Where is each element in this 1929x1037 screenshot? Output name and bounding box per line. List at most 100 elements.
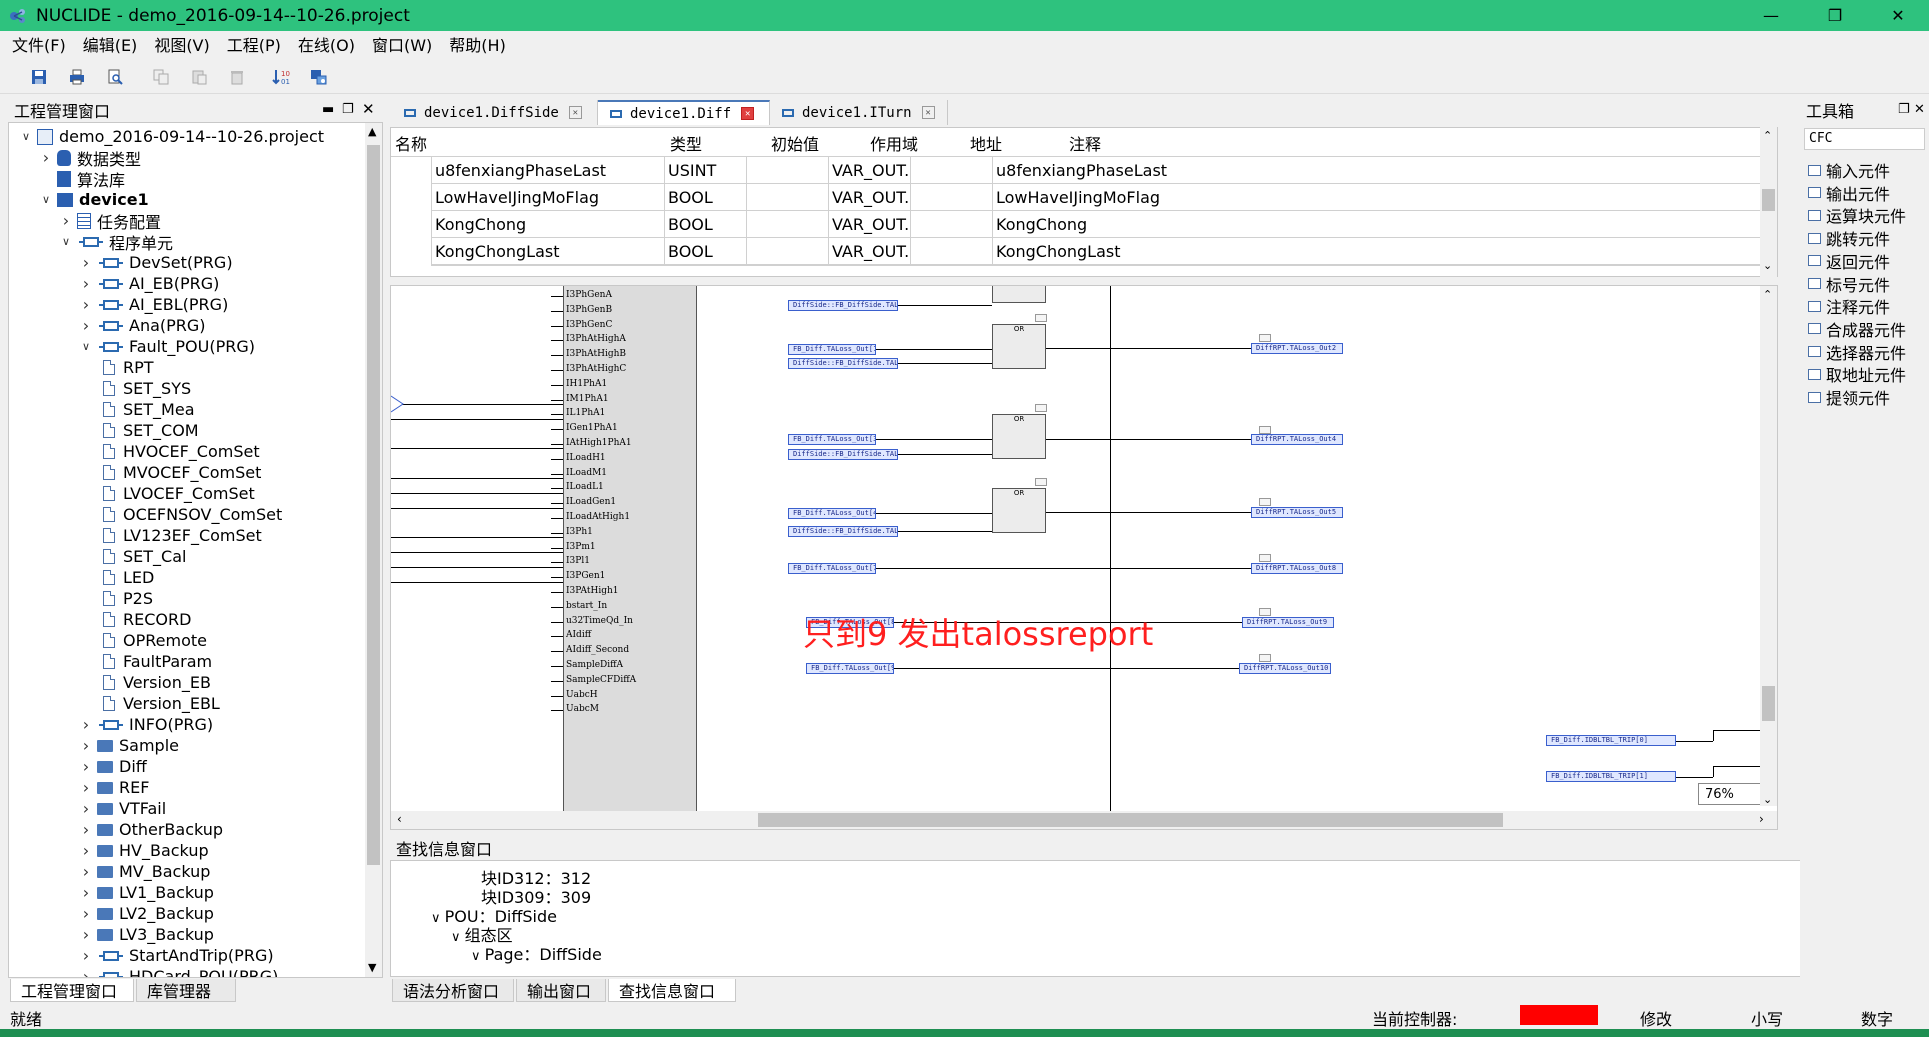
tree-item[interactable]: › OtherBackup xyxy=(79,819,223,840)
close-tab-icon[interactable]: ✕ xyxy=(921,106,935,119)
save-icon[interactable] xyxy=(28,66,50,88)
col-header-name[interactable]: 名称 xyxy=(395,131,427,155)
col-header-init[interactable]: 初始值 xyxy=(771,131,819,155)
input-variable[interactable]: DiffSide::FB_DiffSide.TALo... xyxy=(788,449,898,460)
tree-item[interactable]: LVOCEF_ComSet xyxy=(95,483,255,504)
input-variable[interactable]: FB_Diff.TALoss_Out[9] xyxy=(806,663,894,674)
input-variable[interactable]: FB_Diff.TALoss_Out[3] xyxy=(788,434,876,445)
chevron-right-icon[interactable]: › xyxy=(79,841,93,860)
tree-item[interactable]: › AI_EB(PRG) xyxy=(79,273,220,294)
menu-view[interactable]: 视图(V) xyxy=(154,32,209,56)
table-cell[interactable] xyxy=(746,184,828,211)
menu-window[interactable]: 窗口(W) xyxy=(372,32,432,56)
scroll-left-icon[interactable]: ‹ xyxy=(397,812,402,826)
tree-item[interactable]: SET_Cal xyxy=(95,546,186,567)
tree-item[interactable]: › LV2_Backup xyxy=(79,903,214,924)
paste-icon[interactable] xyxy=(188,66,210,88)
diagram-vscroll-thumb[interactable] xyxy=(1762,686,1775,721)
table-cell[interactable]: LowHaveIJingMoFlag xyxy=(992,184,1567,211)
close-window-button[interactable]: ✕ xyxy=(1869,0,1927,31)
maximize-button[interactable]: ❐ xyxy=(1806,0,1864,31)
minimize-button[interactable]: — xyxy=(1742,0,1800,31)
tree-item[interactable]: Version_EBL xyxy=(95,693,220,714)
toolbox-item[interactable]: 跳转元件 xyxy=(1808,226,1890,250)
scroll-up-icon[interactable]: ⌃ xyxy=(1763,129,1772,142)
table-scrollbar-thumb[interactable] xyxy=(1762,189,1775,211)
chevron-down-icon[interactable]: ∨ xyxy=(19,130,33,143)
tree-item[interactable]: RECORD xyxy=(95,609,191,630)
chevron-right-icon[interactable]: › xyxy=(79,967,93,977)
output-variable[interactable]: DiffRPT.TALoss_Out4 xyxy=(1251,434,1343,445)
toolbox-item[interactable]: 返回元件 xyxy=(1808,249,1890,273)
or-block[interactable]: OR xyxy=(992,414,1046,459)
table-cell[interactable]: BOOL xyxy=(664,184,746,211)
table-cell[interactable] xyxy=(910,184,992,211)
tree-item[interactable]: ∨ Fault_POU(PRG) xyxy=(79,336,255,357)
chevron-right-icon[interactable]: › xyxy=(79,925,93,944)
or-block[interactable] xyxy=(992,286,1046,303)
diagram-vscroll[interactable]: ⌃ ⌄ xyxy=(1760,286,1777,806)
chevron-right-icon[interactable]: › xyxy=(79,757,93,776)
toolbox-item[interactable]: 提领元件 xyxy=(1808,385,1890,409)
chevron-down-icon[interactable]: ∨ xyxy=(451,930,465,945)
table-cell[interactable]: VAR_OUT... xyxy=(828,211,910,238)
diagram-hscroll-thumb[interactable] xyxy=(758,813,1503,827)
tree-item[interactable]: Version_EB xyxy=(95,672,211,693)
search-result-item[interactable]: ∨ Page：DiffSide xyxy=(471,941,602,965)
toolbox-item[interactable]: 取地址元件 xyxy=(1808,362,1906,386)
chevron-right-icon[interactable]: › xyxy=(59,211,73,230)
cfc-diagram-canvas[interactable]: I3PhGenA I3PhGenB I3PhGenC I3PhAtHighA I3PhA… xyxy=(390,285,1778,830)
print-icon[interactable] xyxy=(66,66,88,88)
tree-item[interactable]: OPRemote xyxy=(95,630,207,651)
tree-item[interactable]: ∨ demo_2016-09-14--10-26.project xyxy=(19,126,324,147)
close-tab-icon[interactable]: ✕ xyxy=(741,107,755,120)
chevron-right-icon[interactable]: › xyxy=(79,736,93,755)
tree-item[interactable]: SET_COM xyxy=(95,420,199,441)
or-block[interactable]: OR xyxy=(992,324,1046,369)
tree-item[interactable]: › LV1_Backup xyxy=(79,882,214,903)
table-cell[interactable]: LowHaveIJingMoFlag xyxy=(431,184,664,211)
table-row[interactable]: KongChongBOOLVAR_OUT...KongChong xyxy=(431,211,1771,238)
scroll-down-icon[interactable]: ⌄ xyxy=(1763,259,1772,272)
tree-item[interactable]: › HV_Backup xyxy=(79,840,209,861)
panel-float-icon[interactable]: ❐ xyxy=(1898,102,1910,117)
tree-item[interactable]: ∨ device1 xyxy=(39,189,149,210)
chevron-right-icon[interactable]: › xyxy=(79,946,93,965)
chevron-right-icon[interactable]: › xyxy=(79,904,93,923)
panel-close-icon[interactable]: ✕ xyxy=(362,100,375,118)
menu-file[interactable]: 文件(F) xyxy=(12,32,66,56)
col-header-type[interactable]: 类型 xyxy=(670,131,702,155)
table-cell[interactable]: KongChongLast xyxy=(431,238,664,265)
scroll-right-icon[interactable]: › xyxy=(1759,812,1764,826)
or-block[interactable]: OR xyxy=(992,488,1046,533)
tree-item[interactable]: › 数据类型 xyxy=(39,147,141,169)
build-icon[interactable] xyxy=(308,66,330,88)
chevron-right-icon[interactable]: › xyxy=(79,883,93,902)
close-tab-icon[interactable]: ✕ xyxy=(568,106,582,119)
table-cell[interactable] xyxy=(910,157,992,184)
table-cell[interactable]: BOOL xyxy=(664,211,746,238)
output-variable[interactable]: DiffRPT.TALoss_Out10 xyxy=(1239,663,1331,674)
table-cell[interactable] xyxy=(746,211,828,238)
tab-iturn[interactable]: device1.ITurn ✕ xyxy=(770,100,948,125)
tree-item[interactable]: › INFO(PRG) xyxy=(79,714,213,735)
table-row[interactable]: LowHaveIJingMoFlagBOOLVAR_OUT...LowHaveI… xyxy=(431,184,1771,211)
table-cell[interactable] xyxy=(746,238,828,265)
tree-item[interactable]: › VTFail xyxy=(79,798,166,819)
chevron-down-icon[interactable]: ∨ xyxy=(39,193,53,206)
trip-variable[interactable]: FB_Diff.IDBLTBL_TRIP[0] xyxy=(1546,735,1676,746)
table-row[interactable]: u8fenxiangPhaseLastUSINTVAR_OUT...u8fenx… xyxy=(431,157,1771,184)
table-cell[interactable] xyxy=(746,157,828,184)
scroll-up-icon[interactable]: ▲ xyxy=(368,125,376,138)
toolbox-item[interactable]: 输入元件 xyxy=(1808,158,1890,182)
chevron-right-icon[interactable]: › xyxy=(79,778,93,797)
panel-float-icon[interactable]: ❐ xyxy=(342,102,354,117)
table-cell[interactable]: KongChongLast xyxy=(992,238,1567,265)
tree-item[interactable]: MVOCEF_ComSet xyxy=(95,462,261,483)
input-variable[interactable]: DiffSide::FB_DiffSide.TALo... xyxy=(788,358,898,369)
table-cell[interactable]: KongChong xyxy=(431,211,664,238)
tree-item[interactable]: P2S xyxy=(95,588,153,609)
tree-item[interactable]: › Ana(PRG) xyxy=(79,315,206,336)
tab-library-manager[interactable]: 库管理器 xyxy=(136,979,236,1002)
chevron-down-icon[interactable]: ∨ xyxy=(471,949,485,964)
